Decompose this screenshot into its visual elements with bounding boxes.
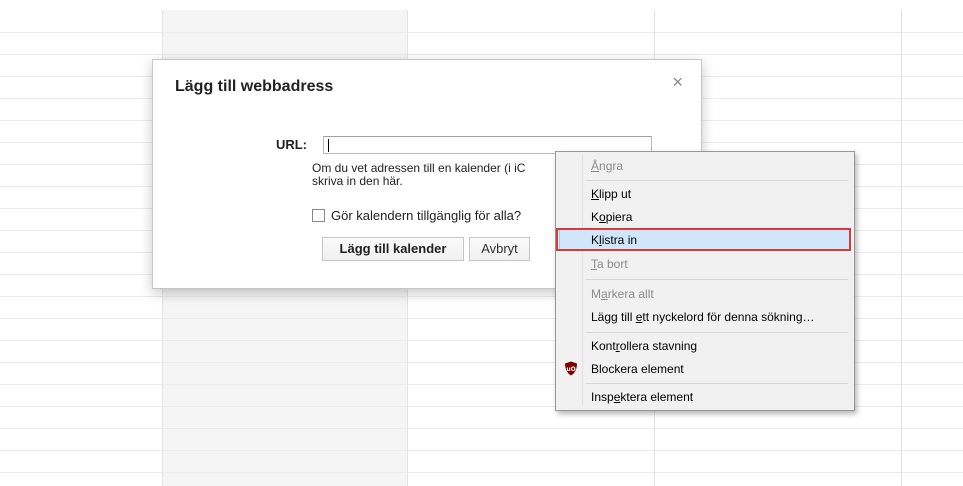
- menu-item-paste[interactable]: Klistra in: [559, 229, 851, 251]
- menu-separator: [586, 332, 848, 333]
- add-calendar-button[interactable]: Lägg till kalender: [322, 237, 464, 261]
- help-text-line: skriva in den här.: [312, 174, 403, 188]
- svg-text:uO: uO: [566, 366, 575, 373]
- grid-column-line: [901, 10, 902, 486]
- grid-line: [0, 472, 963, 473]
- menu-item-select-all[interactable]: Markera allt: [559, 283, 851, 305]
- menu-item-delete[interactable]: Ta bort: [559, 253, 851, 275]
- menu-item-label: Klistra in: [591, 233, 638, 247]
- dialog-title: Lägg till webbadress: [175, 78, 334, 95]
- menu-item-cut[interactable]: Klipp ut: [559, 183, 851, 205]
- grid-line: [0, 450, 963, 451]
- url-help-text: Om du vet adressen till en kalender (i i…: [312, 162, 562, 188]
- public-calendar-checkbox[interactable]: [312, 209, 325, 222]
- menu-item-inspect-element[interactable]: Inspektera element: [559, 386, 851, 408]
- menu-separator: [586, 279, 848, 280]
- menu-item-check-spelling[interactable]: Kontrollera stavning: [559, 335, 851, 357]
- cancel-button[interactable]: Avbryt: [469, 237, 530, 261]
- menu-item-label: Ångra: [591, 159, 624, 173]
- ublock-origin-icon: uO: [564, 361, 578, 376]
- menu-item-copy[interactable]: Kopiera: [559, 206, 851, 228]
- public-calendar-label: Gör kalendern tillgänglig för alla?: [331, 208, 522, 223]
- menu-separator: [586, 180, 848, 181]
- grid-line: [0, 32, 963, 33]
- text-caret: [328, 139, 329, 152]
- menu-item-block-element[interactable]: uO Blockera element: [559, 358, 851, 380]
- menu-item-label: Lägg till ett nyckelord för denna söknin…: [591, 310, 815, 324]
- context-menu: Ångra Klipp ut Kopiera Klistra in Ta bor…: [555, 151, 855, 411]
- menu-item-label: Ta bort: [591, 257, 628, 271]
- url-label: URL:: [275, 137, 307, 152]
- menu-item-label: Inspektera element: [591, 390, 694, 404]
- menu-item-label: Blockera element: [591, 362, 684, 376]
- menu-item-label: Klipp ut: [591, 187, 632, 201]
- grid-line: [0, 428, 963, 429]
- public-calendar-option[interactable]: Gör kalendern tillgänglig för alla?: [312, 208, 521, 223]
- menu-item-label: Markera allt: [591, 287, 654, 301]
- grid-line: [0, 54, 963, 55]
- menu-item-label: Kopiera: [591, 210, 633, 224]
- menu-separator: [586, 383, 848, 384]
- menu-item-add-keyword[interactable]: Lägg till ett nyckelord för denna söknin…: [559, 306, 851, 328]
- menu-item-undo[interactable]: Ångra: [559, 155, 851, 177]
- menu-item-label: Kontrollera stavning: [591, 339, 698, 353]
- close-icon[interactable]: ×: [672, 72, 683, 93]
